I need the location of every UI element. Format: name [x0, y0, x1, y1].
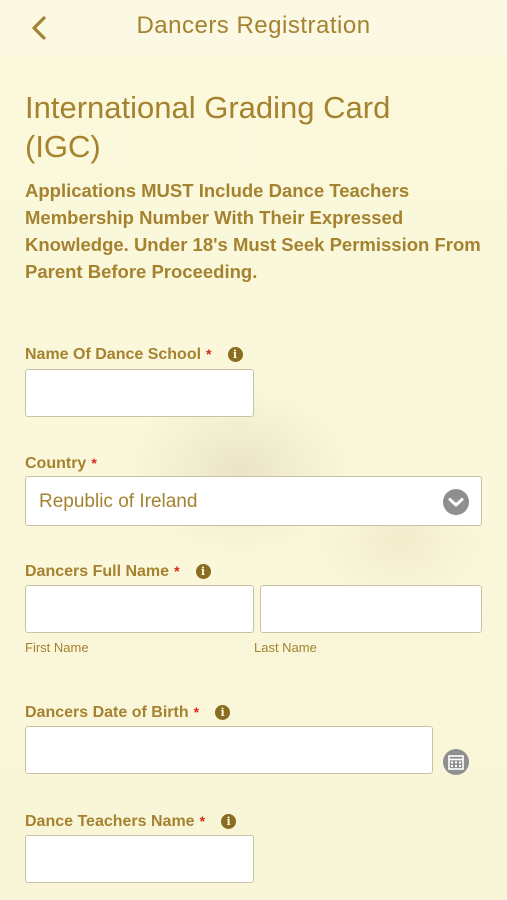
nav-header: Dancers Registration: [0, 0, 507, 56]
required-mark: *: [206, 346, 212, 362]
country-label: Country *: [25, 455, 97, 473]
dob-label: Dancers Date of Birth * i: [25, 704, 231, 722]
first-name-caption: First Name: [25, 640, 89, 655]
required-mark: *: [199, 813, 206, 829]
country-select-value: Republic of Ireland: [39, 491, 198, 512]
required-mark: *: [91, 455, 97, 471]
dob-input[interactable]: [25, 726, 433, 774]
dance-school-input[interactable]: [25, 369, 254, 417]
info-icon[interactable]: i: [215, 705, 231, 720]
school-label: Name Of Dance School * i: [25, 346, 243, 364]
school-label-text: Name Of Dance School: [25, 346, 202, 363]
teacher-name-input[interactable]: [25, 835, 254, 883]
dob-label-text: Dancers Date of Birth: [25, 704, 189, 721]
calendar-button[interactable]: [443, 749, 469, 775]
country-label-text: Country: [25, 455, 87, 472]
info-icon[interactable]: i: [221, 814, 237, 829]
dancer-name-label-text: Dancers Full Name: [25, 563, 170, 580]
header-title: Dancers Registration: [136, 12, 371, 39]
teacher-label-text: Dance Teachers Name: [25, 813, 195, 830]
teacher-label: Dance Teachers Name * i: [25, 813, 237, 831]
required-mark: *: [193, 704, 200, 720]
country-select[interactable]: Republic of Ireland: [25, 476, 482, 526]
notice-text: Applications MUST Include Dance Teachers…: [25, 180, 481, 282]
page-title: International Grading Card (IGC): [25, 90, 391, 164]
last-name-caption: Last Name: [254, 640, 317, 655]
dancer-name-label: Dancers Full Name * i: [25, 563, 211, 581]
first-name-input[interactable]: [25, 585, 254, 633]
last-name-input[interactable]: [260, 585, 482, 633]
chevron-down-icon: [443, 489, 469, 515]
info-icon[interactable]: i: [195, 564, 211, 579]
calendar-icon: [448, 755, 464, 770]
required-mark: *: [174, 563, 180, 579]
info-icon[interactable]: i: [227, 347, 243, 362]
